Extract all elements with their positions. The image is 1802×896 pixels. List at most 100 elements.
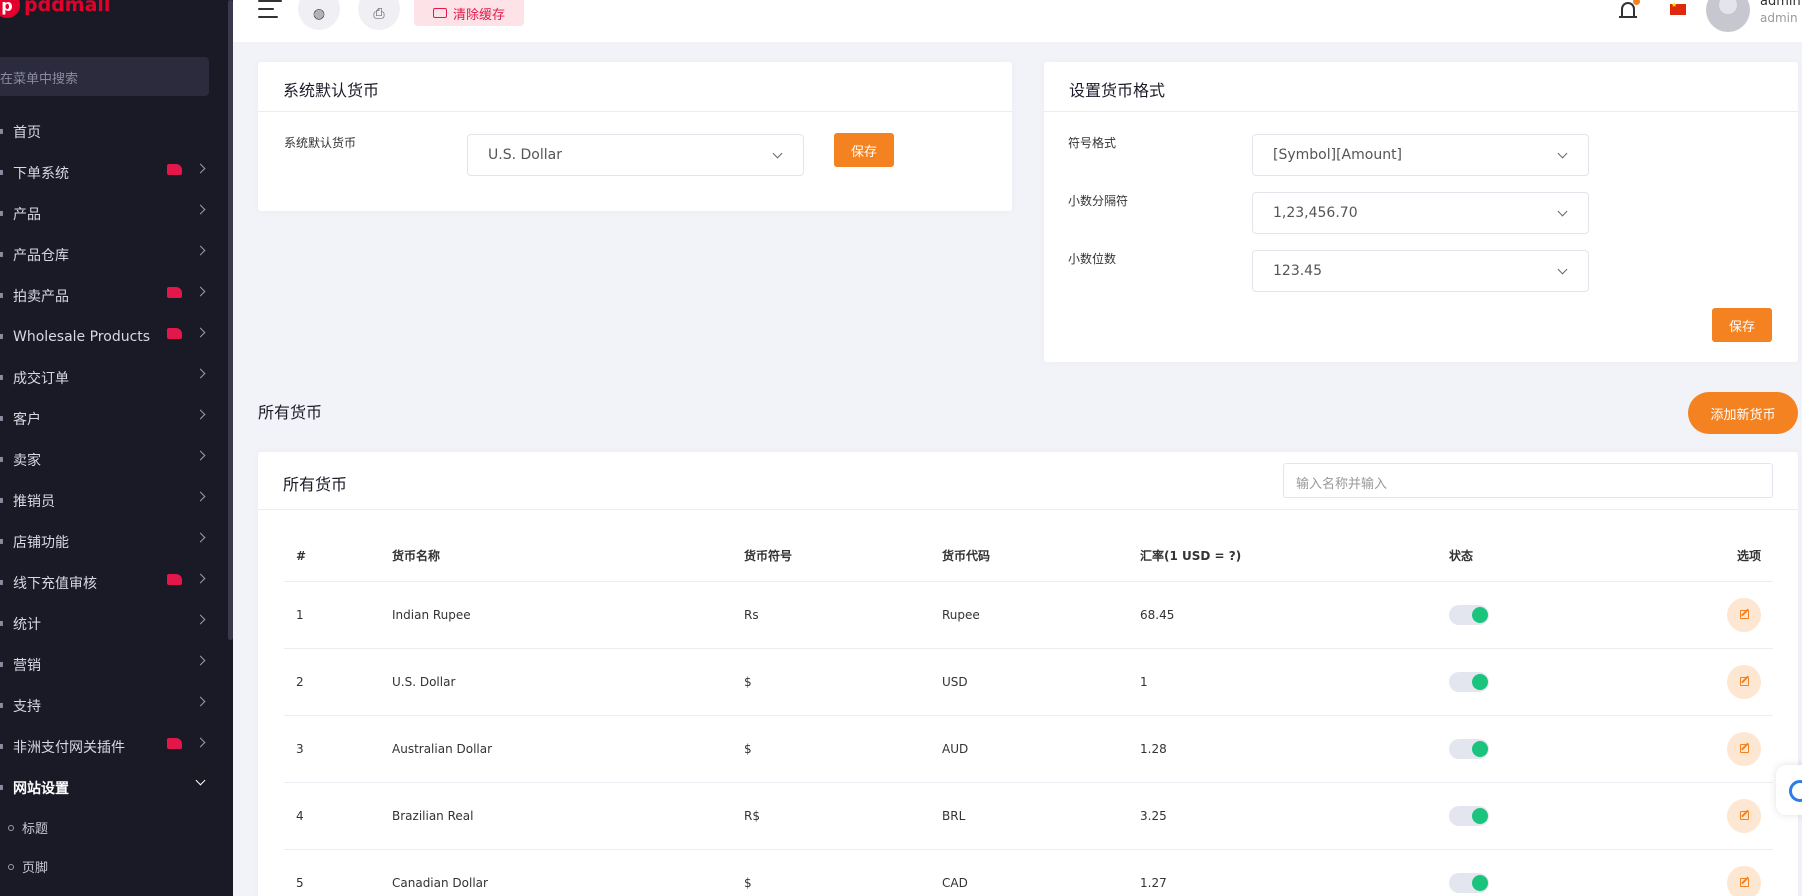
chevron-down-icon (772, 148, 783, 159)
toggle-knob (1472, 673, 1488, 690)
menu-toggle-icon[interactable] (258, 0, 282, 22)
currency-search-input[interactable]: 输入名称并输入 (1283, 463, 1773, 498)
cell-number: 3 (284, 715, 380, 783)
cell-rate: 1 (1128, 648, 1437, 716)
save-currency-format-button[interactable]: 保存 (1712, 308, 1772, 342)
col-header-name: 货币名称 (380, 531, 732, 582)
sidebar-item[interactable]: ▪ 客户 (0, 398, 228, 439)
cell-code: CAD (930, 849, 1128, 896)
sidebar-scrollbar[interactable] (228, 0, 233, 640)
menu-item-icon: ▪ (0, 535, 4, 547)
bullet-icon (8, 824, 14, 831)
sidebar-item-label: 线下充值审核 (13, 575, 97, 592)
sidebar-item[interactable]: ▪ 店铺功能 (0, 521, 228, 562)
status-toggle[interactable] (1449, 872, 1489, 893)
add-new-currency-button[interactable]: 添加新货币 (1688, 392, 1798, 434)
cell-symbol: $ (732, 849, 930, 896)
decimal-places-select[interactable]: 123.45 (1252, 250, 1589, 292)
cell-symbol: R$ (732, 782, 930, 850)
menu-item-icon: ▪ (0, 740, 4, 752)
col-header-code: 货币代码 (930, 531, 1128, 582)
sidebar-subitem[interactable]: 页脚 (0, 847, 228, 886)
sidebar-item[interactable]: ▪ 推销员 (0, 480, 228, 521)
sidebar-item[interactable]: ▪ 统计 (0, 603, 228, 644)
cell-symbol: Rs (732, 581, 930, 649)
save-default-currency-button[interactable]: 保存 (834, 133, 894, 167)
cell-code: AUD (930, 715, 1128, 783)
sidebar-item[interactable]: ▪ 非洲支付网关插件 (0, 726, 228, 767)
sidebar-item[interactable]: ▪ 拍卖产品 (0, 275, 228, 316)
table-row: 1 Indian Rupee Rs Rupee 68.45 (284, 581, 1773, 649)
language-flag-icon[interactable] (1670, 1, 1686, 15)
status-toggle[interactable] (1449, 805, 1489, 826)
sidebar-item[interactable]: ▪ 产品仓库 (0, 234, 228, 275)
menu-item-icon: ▪ (0, 412, 4, 424)
sidebar-item[interactable]: ▪ 卖家 (0, 439, 228, 480)
sidebar-item-label: 产品仓库 (13, 247, 69, 264)
default-currency-label: 系统默认货币 (284, 136, 357, 150)
cell-rate: 1.27 (1128, 849, 1437, 896)
edit-button[interactable] (1727, 731, 1761, 766)
edit-button[interactable] (1727, 798, 1761, 833)
drive-icon (432, 8, 447, 18)
edit-button[interactable] (1727, 865, 1761, 896)
logo-text: pddmall (24, 0, 111, 16)
edit-icon (1740, 676, 1749, 686)
logo[interactable]: p pddmall (0, 0, 110, 18)
hot-badge-icon (167, 164, 182, 175)
cell-symbol: $ (732, 648, 930, 716)
sidebar-item[interactable]: ▪ 成交订单 (0, 357, 228, 398)
table-row: 4 Brazilian Real R$ BRL 3.25 (284, 782, 1773, 850)
decimal-separator-select[interactable]: 1,23,456.70 (1252, 192, 1589, 234)
edit-button[interactable] (1727, 664, 1761, 699)
symbol-format-select[interactable]: [Symbol][Amount] (1252, 134, 1589, 176)
hot-badge-icon (167, 574, 182, 585)
support-widget-icon[interactable] (1776, 765, 1802, 815)
sidebar-search-input[interactable]: 在菜单中搜索 (0, 57, 209, 96)
cell-status (1437, 648, 1637, 716)
sidebar-item[interactable]: ▪ 产品 (0, 193, 228, 234)
menu-item-icon: ▪ (0, 658, 4, 670)
notification-bell-icon[interactable] (1619, 0, 1640, 20)
cell-number: 2 (284, 648, 380, 716)
sidebar-subitem-label: 标题 (22, 822, 49, 837)
cell-symbol: $ (732, 715, 930, 783)
cell-rate: 68.45 (1128, 581, 1437, 649)
menu-item-icon: ▪ (0, 699, 4, 711)
symbol-format-value: [Symbol][Amount] (1273, 147, 1403, 163)
chevron-down-icon (1557, 148, 1568, 159)
cell-code: USD (930, 648, 1128, 716)
status-toggle[interactable] (1449, 738, 1489, 759)
menu-item-icon: ▪ (0, 248, 4, 260)
sidebar-item[interactable]: ▪ 支持 (0, 685, 228, 726)
sidebar-subitem[interactable]: 标题 (0, 808, 228, 847)
chevron-down-icon (1557, 264, 1568, 275)
status-toggle[interactable] (1449, 604, 1489, 625)
menu-item-icon: ▪ (0, 494, 4, 506)
toggle-knob (1472, 740, 1488, 757)
menu-item-icon: ▪ (0, 576, 4, 588)
sidebar-item[interactable]: ▪ 网站设置 (0, 767, 228, 808)
sidebar-item[interactable]: ▪ 线下充值审核 (0, 562, 228, 603)
globe-icon[interactable]: ◍ (298, 0, 340, 30)
edit-button[interactable] (1727, 597, 1761, 632)
sidebar-item[interactable]: ▪ 下单系统 (0, 152, 228, 193)
cell-status (1437, 715, 1637, 783)
avatar[interactable] (1706, 0, 1750, 32)
clear-cache-button[interactable]: 清除缓存 (414, 0, 524, 26)
cell-name: Australian Dollar (380, 715, 732, 783)
menu-item-icon: ▪ (0, 207, 4, 219)
default-currency-title: 系统默认货币 (258, 62, 1012, 112)
menu-item-icon: ▪ (0, 453, 4, 465)
user-name[interactable]: admin (1760, 0, 1801, 9)
sidebar-item[interactable]: ▪ 营销 (0, 644, 228, 685)
sidebar-item-label: 推销员 (13, 493, 55, 510)
sidebar-item[interactable]: ▪ 首页 (0, 111, 228, 152)
default-currency-select[interactable]: U.S. Dollar (467, 134, 804, 176)
sidebar-item-label: 客户 (13, 411, 41, 428)
table-row: 2 U.S. Dollar $ USD 1 (284, 648, 1773, 716)
sidebar-item[interactable]: ▪ Wholesale Products (0, 316, 228, 357)
edit-icon (1740, 810, 1749, 820)
status-toggle[interactable] (1449, 671, 1489, 692)
print-icon[interactable]: ⎙ (358, 0, 400, 30)
